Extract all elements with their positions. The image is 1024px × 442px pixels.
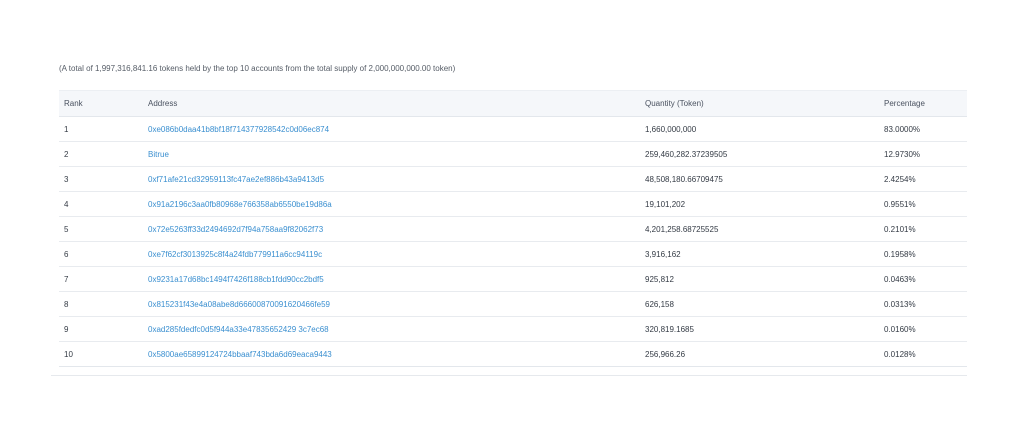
table-row: 9 0xad285fdedfc0d5f944a33e47835652429 3c7… — [59, 316, 967, 342]
table-row: 10 0x5800ae65899124724bbaaf743bda6d69eaca… — [59, 341, 967, 367]
rank-cell: 4 — [59, 191, 148, 217]
quantity-cell: 925,812 — [645, 266, 884, 292]
rank-cell: 6 — [59, 241, 148, 267]
table-header-row: Rank Address Quantity (Token) Percentage — [59, 90, 967, 117]
percentage-cell: 12.9730% — [884, 141, 967, 167]
address-link[interactable]: 0x9231a17d68bc1494f7426f188cb1fdd90cc2bd… — [148, 275, 324, 284]
address-link[interactable]: 0xe086b0daa41b8bf18f714377928542c0d06ec8… — [148, 125, 329, 134]
table-row: 7 0x9231a17d68bc1494f7426f188cb1fdd90cc2b… — [59, 266, 967, 292]
table-bottom-divider — [51, 375, 967, 376]
header-rank: Rank — [59, 90, 148, 117]
percentage-cell: 2.4254% — [884, 166, 967, 192]
rank-cell: 8 — [59, 291, 148, 317]
address-link[interactable]: 0xf71afe21cd32959113fc47ae2ef886b43a9413… — [148, 175, 324, 184]
quantity-cell: 48,508,180.66709475 — [645, 166, 884, 192]
address-link[interactable]: Bitrue — [148, 150, 169, 159]
header-quantity: Quantity (Token) — [645, 90, 884, 117]
address-link[interactable]: 0x91a2196c3aa0fb80968e766358ab6550be19d8… — [148, 200, 332, 209]
rank-cell: 2 — [59, 141, 148, 167]
rank-cell: 3 — [59, 166, 148, 192]
percentage-cell: 83.0000% — [884, 116, 967, 142]
table-row: 4 0x91a2196c3aa0fb80968e766358ab6550be19d… — [59, 191, 967, 217]
address-link[interactable]: 0xe7f62cf3013925c8f4a24fdb779911a6cc9411… — [148, 250, 322, 259]
quantity-cell: 320,819.1685 — [645, 316, 884, 342]
address-cell: 0xe7f62cf3013925c8f4a24fdb779911a6cc9411… — [148, 241, 645, 267]
quantity-cell: 259,460,282.37239505 — [645, 141, 884, 167]
table-row: 2 Bitrue 259,460,282.37239505 12.9730% — [59, 141, 967, 167]
percentage-cell: 0.9551% — [884, 191, 967, 217]
percentage-cell: 0.0128% — [884, 341, 967, 367]
holders-summary: (A total of 1,997,316,841.16 tokens held… — [59, 64, 456, 73]
percentage-cell: 0.0463% — [884, 266, 967, 292]
address-link[interactable]: 0x815231f43e4a08abe8d66600870091620466fe… — [148, 300, 330, 309]
address-cell: 0x72e5263ff33d2494692d7f94a758aa9f82062f… — [148, 216, 645, 242]
address-cell: 0x91a2196c3aa0fb80968e766358ab6550be19d8… — [148, 191, 645, 217]
rank-cell: 1 — [59, 116, 148, 142]
address-cell: 0x9231a17d68bc1494f7426f188cb1fdd90cc2bd… — [148, 266, 645, 292]
address-cell: Bitrue — [148, 141, 645, 167]
address-cell: 0x815231f43e4a08abe8d66600870091620466fe… — [148, 291, 645, 317]
quantity-cell: 256,966.26 — [645, 341, 884, 367]
address-link[interactable]: 0x5800ae65899124724bbaaf743bda6d69eaca94… — [148, 350, 332, 359]
address-cell: 0xe086b0daa41b8bf18f714377928542c0d06ec8… — [148, 116, 645, 142]
address-cell: 0x5800ae65899124724bbaaf743bda6d69eaca94… — [148, 341, 645, 367]
address-cell: 0xf71afe21cd32959113fc47ae2ef886b43a9413… — [148, 166, 645, 192]
address-link[interactable]: 0x72e5263ff33d2494692d7f94a758aa9f82062f… — [148, 225, 323, 234]
table-row: 3 0xf71afe21cd32959113fc47ae2ef886b43a941… — [59, 166, 967, 192]
table-body: 1 0xe086b0daa41b8bf18f714377928542c0d06ec… — [59, 116, 967, 367]
percentage-cell: 0.0313% — [884, 291, 967, 317]
table-row: 5 0x72e5263ff33d2494692d7f94a758aa9f82062… — [59, 216, 967, 242]
rank-cell: 10 — [59, 341, 148, 367]
rank-cell: 7 — [59, 266, 148, 292]
header-percentage: Percentage — [884, 90, 967, 117]
address-link[interactable]: 0xad285fdedfc0d5f944a33e47835652429 3c7e… — [148, 325, 329, 334]
percentage-cell: 0.1958% — [884, 241, 967, 267]
table-row: 6 0xe7f62cf3013925c8f4a24fdb779911a6cc941… — [59, 241, 967, 267]
token-holders-table: Rank Address Quantity (Token) Percentage… — [59, 90, 967, 367]
quantity-cell: 19,101,202 — [645, 191, 884, 217]
quantity-cell: 3,916,162 — [645, 241, 884, 267]
table-row: 8 0x815231f43e4a08abe8d66600870091620466f… — [59, 291, 967, 317]
header-address: Address — [148, 90, 645, 117]
quantity-cell: 1,660,000,000 — [645, 116, 884, 142]
rank-cell: 5 — [59, 216, 148, 242]
page: (A total of 1,997,316,841.16 tokens held… — [0, 0, 1024, 442]
quantity-cell: 626,158 — [645, 291, 884, 317]
table-row: 1 0xe086b0daa41b8bf18f714377928542c0d06ec… — [59, 116, 967, 142]
rank-cell: 9 — [59, 316, 148, 342]
address-cell: 0xad285fdedfc0d5f944a33e47835652429 3c7e… — [148, 316, 645, 342]
quantity-cell: 4,201,258.68725525 — [645, 216, 884, 242]
percentage-cell: 0.2101% — [884, 216, 967, 242]
percentage-cell: 0.0160% — [884, 316, 967, 342]
